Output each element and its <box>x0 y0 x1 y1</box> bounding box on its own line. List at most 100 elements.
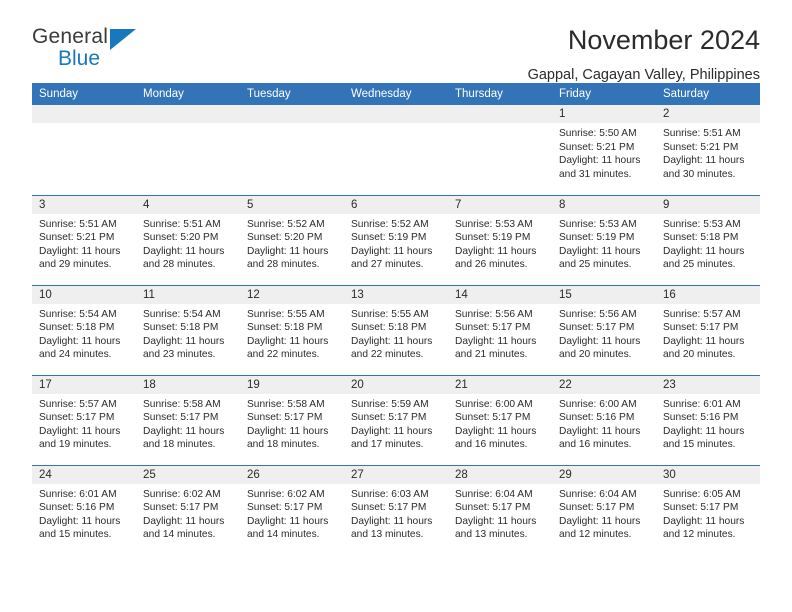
sunset-text: Sunset: 5:19 PM <box>559 232 635 244</box>
sunrise-text: Sunrise: 5:56 AM <box>455 308 533 320</box>
day-details: Sunrise: 6:00 AM Sunset: 5:17 PM Daylight:… <box>448 394 552 452</box>
calendar-day-cell[interactable]: 20 Sunrise: 5:59 AM Sunset: 5:17 PM Dayligh… <box>344 374 448 465</box>
day-number: 7 <box>448 195 552 214</box>
day-number <box>448 105 552 123</box>
calendar-day-cell[interactable]: 17 Sunrise: 5:57 AM Sunset: 5:17 PM Dayligh… <box>32 374 136 465</box>
calendar-day-cell[interactable]: 11 Sunrise: 5:54 AM Sunset: 5:18 PM Dayligh… <box>136 284 240 375</box>
day-number: 22 <box>552 375 656 394</box>
sunrise-text: Sunrise: 6:02 AM <box>143 488 221 500</box>
sunset-text: Sunset: 5:18 PM <box>143 322 219 334</box>
calendar-cell-inner: 12 Sunrise: 5:55 AM Sunset: 5:18 PM Dayligh… <box>240 285 344 375</box>
day-details: Sunrise: 6:05 AM Sunset: 5:17 PM Daylight:… <box>656 484 760 542</box>
calendar-cell-inner: 18 Sunrise: 5:58 AM Sunset: 5:17 PM Dayligh… <box>136 375 240 465</box>
calendar-cell-inner: 20 Sunrise: 5:59 AM Sunset: 5:17 PM Dayligh… <box>344 375 448 465</box>
sunrise-text: Sunrise: 5:53 AM <box>663 218 741 230</box>
sunset-text: Sunset: 5:17 PM <box>455 322 531 334</box>
calendar-day-cell[interactable]: 9 Sunrise: 5:53 AM Sunset: 5:18 PM Daylight… <box>656 194 760 285</box>
calendar-table: Sunday Monday Tuesday Wednesday Thursday Frid… <box>32 83 760 555</box>
day-details: Sunrise: 5:58 AM Sunset: 5:17 PM Daylight:… <box>240 394 344 452</box>
day-details: Sunrise: 5:51 AM Sunset: 5:21 PM Daylight:… <box>32 214 136 272</box>
calendar-cell-inner: 28 Sunrise: 6:04 AM Sunset: 5:17 PM Dayligh… <box>448 465 552 556</box>
day-details: Sunrise: 5:56 AM Sunset: 5:17 PM Daylight:… <box>448 304 552 362</box>
sunset-text: Sunset: 5:21 PM <box>39 232 115 244</box>
calendar-day-cell[interactable]: 26 Sunrise: 6:02 AM Sunset: 5:17 PM Dayligh… <box>240 464 344 555</box>
day-details: Sunrise: 5:58 AM Sunset: 5:17 PM Daylight:… <box>136 394 240 452</box>
weekday-header-tuesday: Tuesday <box>240 83 344 105</box>
calendar-day-cell[interactable]: 24 Sunrise: 6:01 AM Sunset: 5:16 PM Dayligh… <box>32 464 136 556</box>
calendar-cell-inner: 3 Sunrise: 5:51 AM Sunset: 5:21 PM Daylight… <box>32 195 136 285</box>
day-details: Sunrise: 5:53 AM Sunset: 5:18 PM Daylight:… <box>656 214 760 272</box>
sunset-text: Sunset: 5:17 PM <box>351 502 427 514</box>
calendar-day-cell[interactable]: 7 Sunrise: 5:53 AM Sunset: 5:19 PM Daylight… <box>448 194 552 285</box>
daylight-text: Daylight: 11 hours and 29 minutes. <box>39 245 121 271</box>
day-number <box>240 105 344 123</box>
daylight-text: Daylight: 11 hours and 31 minutes. <box>559 155 641 180</box>
day-details: Sunrise: 5:55 AM Sunset: 5:18 PM Daylight:… <box>344 304 448 362</box>
sunrise-text: Sunrise: 5:54 AM <box>143 308 221 320</box>
day-details: Sunrise: 6:00 AM Sunset: 5:16 PM Daylight:… <box>552 394 656 452</box>
day-number: 30 <box>656 465 760 484</box>
calendar-day-cell[interactable]: 29 Sunrise: 6:04 AM Sunset: 5:17 PM Dayligh… <box>552 464 656 555</box>
sunrise-text: Sunrise: 6:03 AM <box>351 488 429 500</box>
daylight-text: Daylight: 11 hours and 23 minutes. <box>143 335 225 361</box>
day-details: Sunrise: 6:02 AM Sunset: 5:17 PM Daylight:… <box>240 484 344 542</box>
calendar-day-cell[interactable]: 6 Sunrise: 5:52 AM Sunset: 5:19 PM Daylight… <box>344 194 448 285</box>
calendar-cell-inner: 9 Sunrise: 5:53 AM Sunset: 5:18 PM Daylight… <box>656 195 760 285</box>
daylight-text: Daylight: 11 hours and 26 minutes. <box>455 245 537 271</box>
sunrise-text: Sunrise: 5:50 AM <box>559 128 637 139</box>
generalblue-logo[interactable]: General Blue <box>32 26 142 78</box>
calendar-day-cell[interactable]: 1 Sunrise: 5:50 AM Sunset: 5:21 PM Daylight… <box>552 105 656 195</box>
day-details: Sunrise: 6:03 AM Sunset: 5:17 PM Daylight:… <box>344 484 448 542</box>
daylight-text: Daylight: 11 hours and 13 minutes. <box>455 515 537 541</box>
sunrise-text: Sunrise: 5:54 AM <box>39 308 117 320</box>
calendar-day-cell[interactable]: 14 Sunrise: 5:56 AM Sunset: 5:17 PM Dayligh… <box>448 284 552 375</box>
calendar-cell-inner <box>136 105 240 195</box>
calendar-cell-empty <box>344 105 448 195</box>
day-details: Sunrise: 6:02 AM Sunset: 5:17 PM Daylight:… <box>136 484 240 542</box>
calendar-day-cell[interactable]: 8 Sunrise: 5:53 AM Sunset: 5:19 PM Daylight… <box>552 194 656 285</box>
day-details: Sunrise: 5:54 AM Sunset: 5:18 PM Daylight:… <box>136 304 240 362</box>
day-number: 8 <box>552 195 656 214</box>
daylight-text: Daylight: 11 hours and 25 minutes. <box>663 245 745 271</box>
calendar-day-cell[interactable]: 27 Sunrise: 6:03 AM Sunset: 5:17 PM Dayligh… <box>344 464 448 555</box>
calendar-day-cell[interactable]: 4 Sunrise: 5:51 AM Sunset: 5:20 PM Daylight… <box>136 194 240 285</box>
day-details: Sunrise: 5:51 AM Sunset: 5:21 PM Daylight:… <box>656 123 760 181</box>
calendar-day-cell[interactable]: 28 Sunrise: 6:04 AM Sunset: 5:17 PM Dayligh… <box>448 464 552 556</box>
calendar-day-cell[interactable]: 18 Sunrise: 5:58 AM Sunset: 5:17 PM Dayligh… <box>136 374 240 465</box>
calendar-day-cell[interactable]: 15 Sunrise: 5:56 AM Sunset: 5:17 PM Dayligh… <box>552 284 656 375</box>
calendar-day-cell[interactable]: 30 Sunrise: 6:05 AM Sunset: 5:17 PM Dayligh… <box>656 464 760 555</box>
calendar-cell-inner: 15 Sunrise: 5:56 AM Sunset: 5:17 PM Dayligh… <box>552 285 656 375</box>
day-number: 20 <box>344 375 448 394</box>
sunrise-text: Sunrise: 5:52 AM <box>247 218 325 230</box>
calendar-week-row: 24 Sunrise: 6:01 AM Sunset: 5:16 PM Dayligh… <box>32 464 760 556</box>
calendar-day-cell[interactable]: 2 Sunrise: 5:51 AM Sunset: 5:21 PM Daylight… <box>656 105 760 195</box>
sunset-text: Sunset: 5:17 PM <box>247 502 323 514</box>
sunset-text: Sunset: 5:17 PM <box>247 412 323 424</box>
calendar-day-cell[interactable]: 23 Sunrise: 6:01 AM Sunset: 5:16 PM Dayligh… <box>656 374 760 465</box>
sunrise-text: Sunrise: 6:00 AM <box>455 398 533 410</box>
calendar-day-cell[interactable]: 21 Sunrise: 6:00 AM Sunset: 5:17 PM Dayligh… <box>448 374 552 465</box>
calendar-day-cell[interactable]: 3 Sunrise: 5:51 AM Sunset: 5:21 PM Daylight… <box>32 194 136 285</box>
calendar-cell-inner: 23 Sunrise: 6:01 AM Sunset: 5:16 PM Dayligh… <box>656 375 760 465</box>
daylight-text: Daylight: 11 hours and 28 minutes. <box>247 245 329 271</box>
sunset-text: Sunset: 5:19 PM <box>455 232 531 244</box>
weekday-header-monday: Monday <box>136 83 240 105</box>
sunrise-text: Sunrise: 5:58 AM <box>247 398 325 410</box>
calendar-day-cell[interactable]: 12 Sunrise: 5:55 AM Sunset: 5:18 PM Dayligh… <box>240 284 344 375</box>
calendar-day-cell[interactable]: 22 Sunrise: 6:00 AM Sunset: 5:16 PM Dayligh… <box>552 374 656 465</box>
calendar-cell-inner: 19 Sunrise: 5:58 AM Sunset: 5:17 PM Dayligh… <box>240 375 344 465</box>
calendar-day-cell[interactable]: 19 Sunrise: 5:58 AM Sunset: 5:17 PM Dayligh… <box>240 374 344 465</box>
calendar-day-cell[interactable]: 16 Sunrise: 5:57 AM Sunset: 5:17 PM Dayligh… <box>656 284 760 375</box>
calendar-day-cell[interactable]: 10 Sunrise: 5:54 AM Sunset: 5:18 PM Dayligh… <box>32 284 136 375</box>
calendar-day-cell[interactable]: 5 Sunrise: 5:52 AM Sunset: 5:20 PM Daylight… <box>240 194 344 285</box>
sunset-text: Sunset: 5:17 PM <box>143 502 219 514</box>
calendar-day-cell[interactable]: 25 Sunrise: 6:02 AM Sunset: 5:17 PM Dayligh… <box>136 464 240 555</box>
sunrise-text: Sunrise: 6:04 AM <box>455 488 533 500</box>
day-number: 23 <box>656 375 760 394</box>
day-number: 3 <box>32 195 136 214</box>
daylight-text: Daylight: 11 hours and 15 minutes. <box>39 515 121 541</box>
calendar-day-cell[interactable]: 13 Sunrise: 5:55 AM Sunset: 5:18 PM Dayligh… <box>344 284 448 375</box>
calendar-cell-inner: 24 Sunrise: 6:01 AM Sunset: 5:16 PM Dayligh… <box>32 465 136 556</box>
daylight-text: Daylight: 11 hours and 20 minutes. <box>559 335 641 361</box>
logo-text-blue: Blue <box>58 47 101 70</box>
